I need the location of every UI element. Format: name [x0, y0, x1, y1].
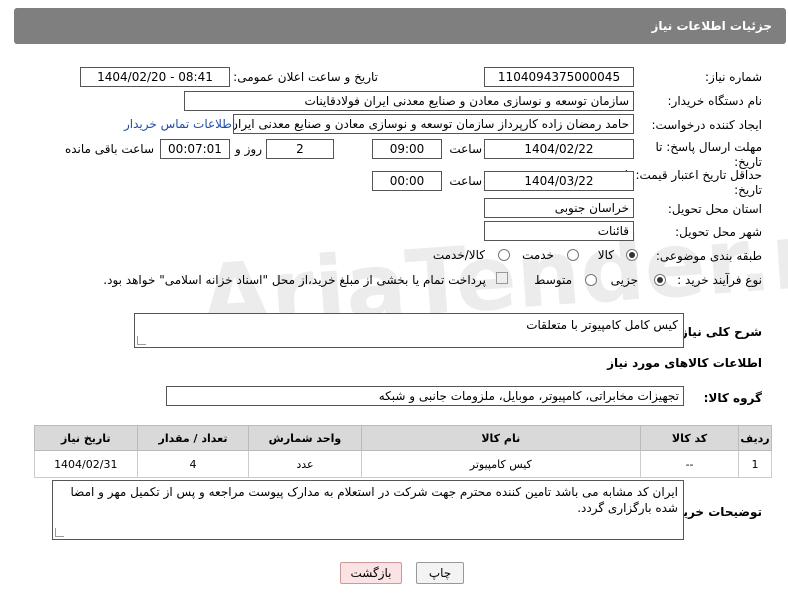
- print-button[interactable]: چاپ: [416, 562, 464, 584]
- goods-group-field: تجهیزات مخابراتی، کامپیوتر، موبایل، ملزو…: [166, 386, 684, 406]
- cell-date: 1404/02/31: [34, 450, 138, 478]
- process-medium-label: متوسط: [534, 273, 572, 287]
- creator-label: ایجاد کننده درخواست:: [651, 118, 762, 132]
- cell-name: کیس کامپیوتر: [360, 450, 642, 478]
- back-button[interactable]: بازگشت: [340, 562, 402, 584]
- price-time-field: 00:00: [372, 171, 442, 191]
- cell-code: --: [640, 450, 740, 478]
- resize-grip-icon[interactable]: [137, 336, 146, 345]
- goods-group-label: گروه کالا:: [703, 391, 762, 405]
- creator-field: حامد رمضان زاده کارپرداز سازمان توسعه و …: [233, 114, 634, 134]
- deadline-date-field: 1404/02/22: [484, 139, 634, 159]
- city-field: قائنات: [484, 221, 634, 241]
- description-label: شرح کلی نیاز:: [676, 325, 762, 339]
- category-both-radio[interactable]: [498, 249, 510, 261]
- buyer-field: سازمان توسعه و نوسازی معادن و صنایع معدن…: [184, 91, 634, 111]
- deadline-time-field: 09:00: [372, 139, 442, 159]
- process-partial-label: جزیی: [610, 273, 638, 287]
- price-validity-label: حداقل تاریخ اعتبار قیمت: تا تاریخ:: [624, 168, 762, 197]
- description-textarea[interactable]: کیس کامل کامپیوتر با متعلقات: [134, 313, 684, 348]
- col-name-header: نام کالا: [360, 425, 642, 451]
- treasury-note: پرداخت تمام یا بخشی از مبلغ خرید،از محل …: [103, 273, 486, 287]
- col-row-header: ردیف: [738, 425, 772, 451]
- resize-grip-icon[interactable]: [55, 528, 64, 537]
- need-number-label: شماره نیاز:: [705, 70, 762, 84]
- remaining-label: ساعت باقی مانده: [64, 142, 154, 156]
- col-date-header: تاریخ نیاز: [34, 425, 138, 451]
- buyer-notes-text: ایران کد مشابه می باشد تامین کننده محترم…: [70, 485, 678, 515]
- announce-field: 1404/02/20 - 08:41: [80, 67, 230, 87]
- page-title: جزئیات اطلاعات نیاز: [651, 19, 772, 33]
- need-number-field: 1104094375000045: [484, 67, 634, 87]
- buyer-label: نام دستگاه خریدار:: [667, 94, 763, 108]
- days-field: 2: [266, 139, 334, 159]
- page-header: جزئیات اطلاعات نیاز: [14, 8, 786, 44]
- process-label: نوع فرآیند خرید :: [677, 273, 762, 287]
- description-text: کیس کامل کامپیوتر با متعلقات: [526, 318, 678, 332]
- category-both-label: کالا/خدمت: [432, 248, 485, 262]
- table-header-row: ردیف کد کالا نام کالا واحد شمارش تعداد /…: [34, 425, 772, 451]
- category-goods-radio[interactable]: [626, 249, 638, 261]
- remaining-time-field: 00:07:01: [160, 139, 230, 159]
- city-label: شهر محل تحویل:: [675, 225, 762, 239]
- cell-unit: عدد: [248, 450, 362, 478]
- cell-qty: 4: [136, 450, 250, 478]
- province-field: خراسان جنوبی: [484, 198, 634, 218]
- treasury-checkbox[interactable]: [496, 272, 508, 284]
- goods-table: ردیف کد کالا نام کالا واحد شمارش تعداد /…: [34, 425, 772, 478]
- category-service-label: خدمت: [522, 248, 554, 262]
- category-service-radio[interactable]: [567, 249, 579, 261]
- category-label: طبقه بندی موضوعی:: [655, 249, 762, 263]
- province-label: استان محل تحویل:: [667, 202, 762, 216]
- goods-section-title: اطلاعات کالاهای مورد نیاز: [607, 356, 762, 370]
- col-code-header: کد کالا: [640, 425, 740, 451]
- cell-row: 1: [738, 450, 772, 478]
- days-label: روز و: [235, 142, 262, 156]
- process-partial-radio[interactable]: [654, 274, 666, 286]
- announce-label: تاریخ و ساعت اعلان عمومی:: [233, 70, 378, 84]
- table-row[interactable]: 1 -- کیس کامپیوتر عدد 4 1404/02/31: [34, 450, 772, 478]
- deadline-label: مهلت ارسال پاسخ: تا تاریخ:: [655, 140, 762, 169]
- col-qty-header: تعداد / مقدار: [136, 425, 250, 451]
- category-goods-label: کالا: [597, 248, 614, 262]
- price-time-label: ساعت: [449, 174, 482, 188]
- process-medium-radio[interactable]: [585, 274, 597, 286]
- deadline-time-label: ساعت: [449, 142, 482, 156]
- contact-buyer-link[interactable]: اطلاعات تماس خریدار: [124, 117, 235, 131]
- col-unit-header: واحد شمارش: [248, 425, 362, 451]
- buyer-notes-textarea[interactable]: ایران کد مشابه می باشد تامین کننده محترم…: [52, 480, 684, 540]
- price-date-field: 1404/03/22: [484, 171, 634, 191]
